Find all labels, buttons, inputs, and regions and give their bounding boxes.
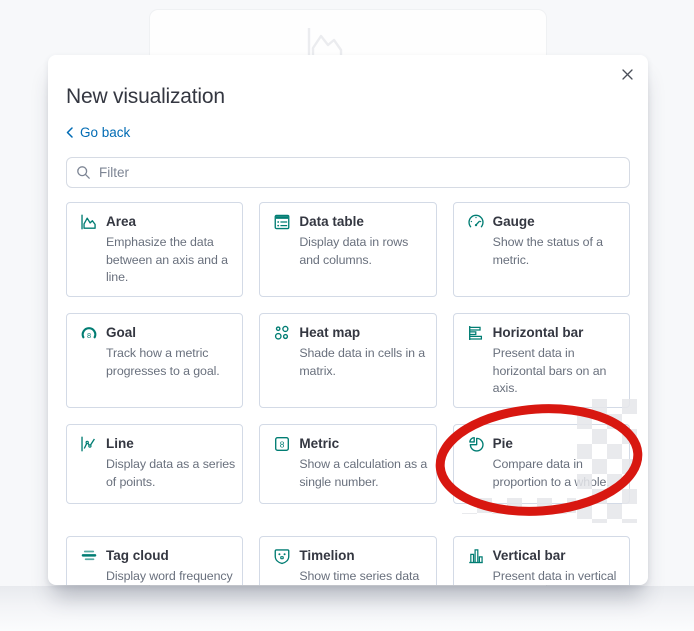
go-back-label: Go back [80, 125, 131, 140]
viz-card-horizontal-bar[interactable]: Horizontal bar Present data in horizonta… [452, 313, 630, 408]
area-chart-icon [80, 213, 98, 231]
viz-card-description: Display word frequency with font size. [106, 569, 233, 583]
tag-cloud-icon [80, 547, 98, 565]
viz-card-description: Shade data in cells in a matrix. [299, 346, 426, 378]
viz-card-description: Emphasize the data between an axis and a… [106, 235, 228, 284]
close-icon[interactable] [618, 65, 636, 83]
viz-card-description: Show time series data on a graph. [299, 569, 420, 583]
page-footer-gradient [0, 586, 694, 631]
viz-card-description: Show a calculation as a single number. [299, 457, 428, 489]
viz-card-title: Data table [299, 214, 364, 229]
viz-card-description: Display data as a series of points. [106, 457, 236, 489]
vertical-bar-icon [467, 547, 485, 565]
viz-card-title: Pie [492, 436, 513, 451]
viz-card-pie[interactable]: Pie Compare data in proportion to a whol… [452, 424, 630, 504]
new-visualization-modal: New visualization Go back Area Emphasize… [48, 55, 648, 585]
viz-card-title: Vertical bar [492, 548, 566, 563]
viz-card-vertical-bar[interactable]: Vertical bar Present data in vertical ba… [452, 536, 630, 585]
chevron-left-icon [66, 127, 73, 138]
viz-card-metric[interactable]: 8 Metric Show a calculation as a single … [259, 424, 437, 504]
horizontal-bar-icon [467, 324, 485, 342]
viz-card-title: Metric [299, 436, 340, 451]
svg-text:8: 8 [280, 439, 285, 449]
viz-card-title: Area [106, 214, 137, 229]
viz-card-title: Heat map [299, 325, 361, 340]
filter-input[interactable] [66, 157, 630, 188]
viz-card-description: Present data in horizontal bars on an ax… [492, 346, 607, 395]
viz-card-title: Goal [106, 325, 137, 340]
pie-chart-icon [467, 435, 485, 453]
viz-card-description: Present data in vertical bars on an axis… [492, 569, 617, 583]
viz-card-line[interactable]: Line Display data as a series of points. [66, 424, 244, 504]
timelion-icon [273, 547, 291, 565]
goal-icon: 8 [80, 324, 98, 342]
viz-card-area[interactable]: Area Emphasize the data between an axis … [66, 202, 244, 297]
viz-card-gauge[interactable]: Gauge Show the status of a metric. [452, 202, 630, 297]
viz-card-tag-cloud[interactable]: Tag cloud Display word frequency with fo… [66, 536, 244, 585]
modal-title: New visualization [66, 85, 225, 108]
viz-card-description: Display data in rows and columns. [299, 235, 409, 267]
viz-card-title: Line [106, 436, 134, 451]
gauge-icon [467, 213, 485, 231]
viz-card-goal[interactable]: 8 Goal Track how a metric progresses to … [66, 313, 244, 408]
metric-icon: 8 [273, 435, 291, 453]
filter-search-box [66, 157, 630, 188]
page: { "modal": { "title": "New visualization… [0, 0, 694, 631]
viz-card-timelion[interactable]: Timelion Show time series data on a grap… [259, 536, 437, 585]
svg-text:8: 8 [87, 331, 91, 340]
line-chart-icon [80, 435, 98, 453]
data-table-icon [273, 213, 291, 231]
search-icon [76, 165, 91, 185]
viz-card-title: Gauge [492, 214, 535, 229]
viz-card-description: Show the status of a metric. [492, 235, 603, 267]
viz-card-title: Tag cloud [106, 548, 169, 563]
viz-card-heat-map[interactable]: Heat map Shade data in cells in a matrix… [259, 313, 437, 408]
heat-map-icon [273, 324, 291, 342]
viz-card-description: Compare data in proportion to a whole. [492, 457, 610, 489]
go-back-link[interactable]: Go back [66, 125, 130, 140]
viz-card-description: Track how a metric progresses to a goal. [106, 346, 220, 378]
viz-card-title: Horizontal bar [492, 325, 584, 340]
viz-card-data-table[interactable]: Data table Display data in rows and colu… [259, 202, 437, 297]
viz-card-title: Timelion [299, 548, 355, 563]
viz-grid: Area Emphasize the data between an axis … [66, 202, 630, 585]
